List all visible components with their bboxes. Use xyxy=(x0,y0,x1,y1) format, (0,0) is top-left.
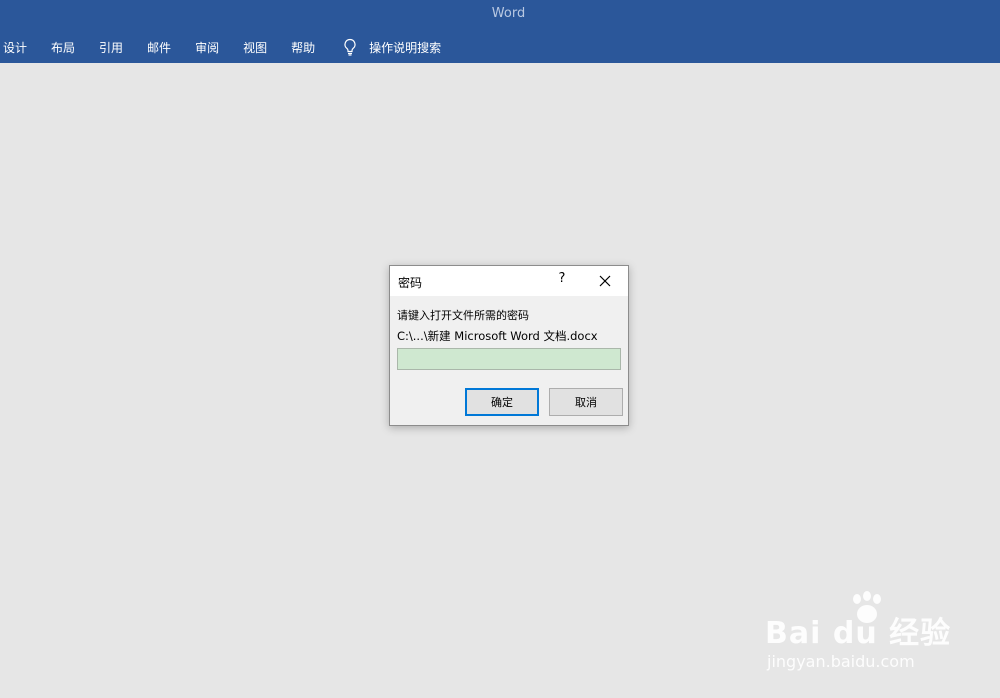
password-input[interactable] xyxy=(397,348,621,370)
tab-references[interactable]: 引用 xyxy=(99,39,123,56)
close-icon[interactable] xyxy=(596,272,614,290)
tab-review[interactable]: 审阅 xyxy=(195,39,219,56)
ribbon-tabs: 设计 布局 引用 邮件 审阅 视图 帮助 操作说明搜索 xyxy=(0,38,441,56)
file-path: C:\...\新建 Microsoft Word 文档.docx xyxy=(397,329,598,343)
password-prompt: 请键入打开文件所需的密码 xyxy=(397,309,529,322)
dialog-title: 密码 xyxy=(398,276,423,290)
baidu-watermark: Bai du 经验 jingyan.baidu.com xyxy=(765,590,955,680)
watermark-site: jingyan.baidu.com xyxy=(767,652,915,671)
tab-layout[interactable]: 布局 xyxy=(51,39,75,56)
title-bar: Word 设计 布局 引用 邮件 审阅 视图 帮助 操作说明搜索 xyxy=(0,0,1000,63)
tab-view[interactable]: 视图 xyxy=(243,39,267,56)
watermark-brand: Bai du 经验 xyxy=(765,616,952,651)
dialog-title-bar: 密码 ? xyxy=(390,266,628,296)
help-button[interactable]: ? xyxy=(554,271,570,291)
password-dialog: 密码 ? 请键入打开文件所需的密码 C:\...\新建 Microsoft Wo… xyxy=(389,265,629,426)
tell-me-label: 操作说明搜索 xyxy=(369,40,442,55)
lightbulb-icon xyxy=(344,38,356,56)
app-title: Word xyxy=(491,6,526,21)
ok-button[interactable]: 确定 xyxy=(465,388,539,416)
tab-mailings[interactable]: 邮件 xyxy=(147,39,171,56)
cancel-button[interactable]: 取消 xyxy=(549,388,623,416)
tab-help[interactable]: 帮助 xyxy=(291,39,315,56)
tell-me-search[interactable]: 操作说明搜索 xyxy=(343,38,441,56)
tab-design[interactable]: 设计 xyxy=(3,39,27,56)
